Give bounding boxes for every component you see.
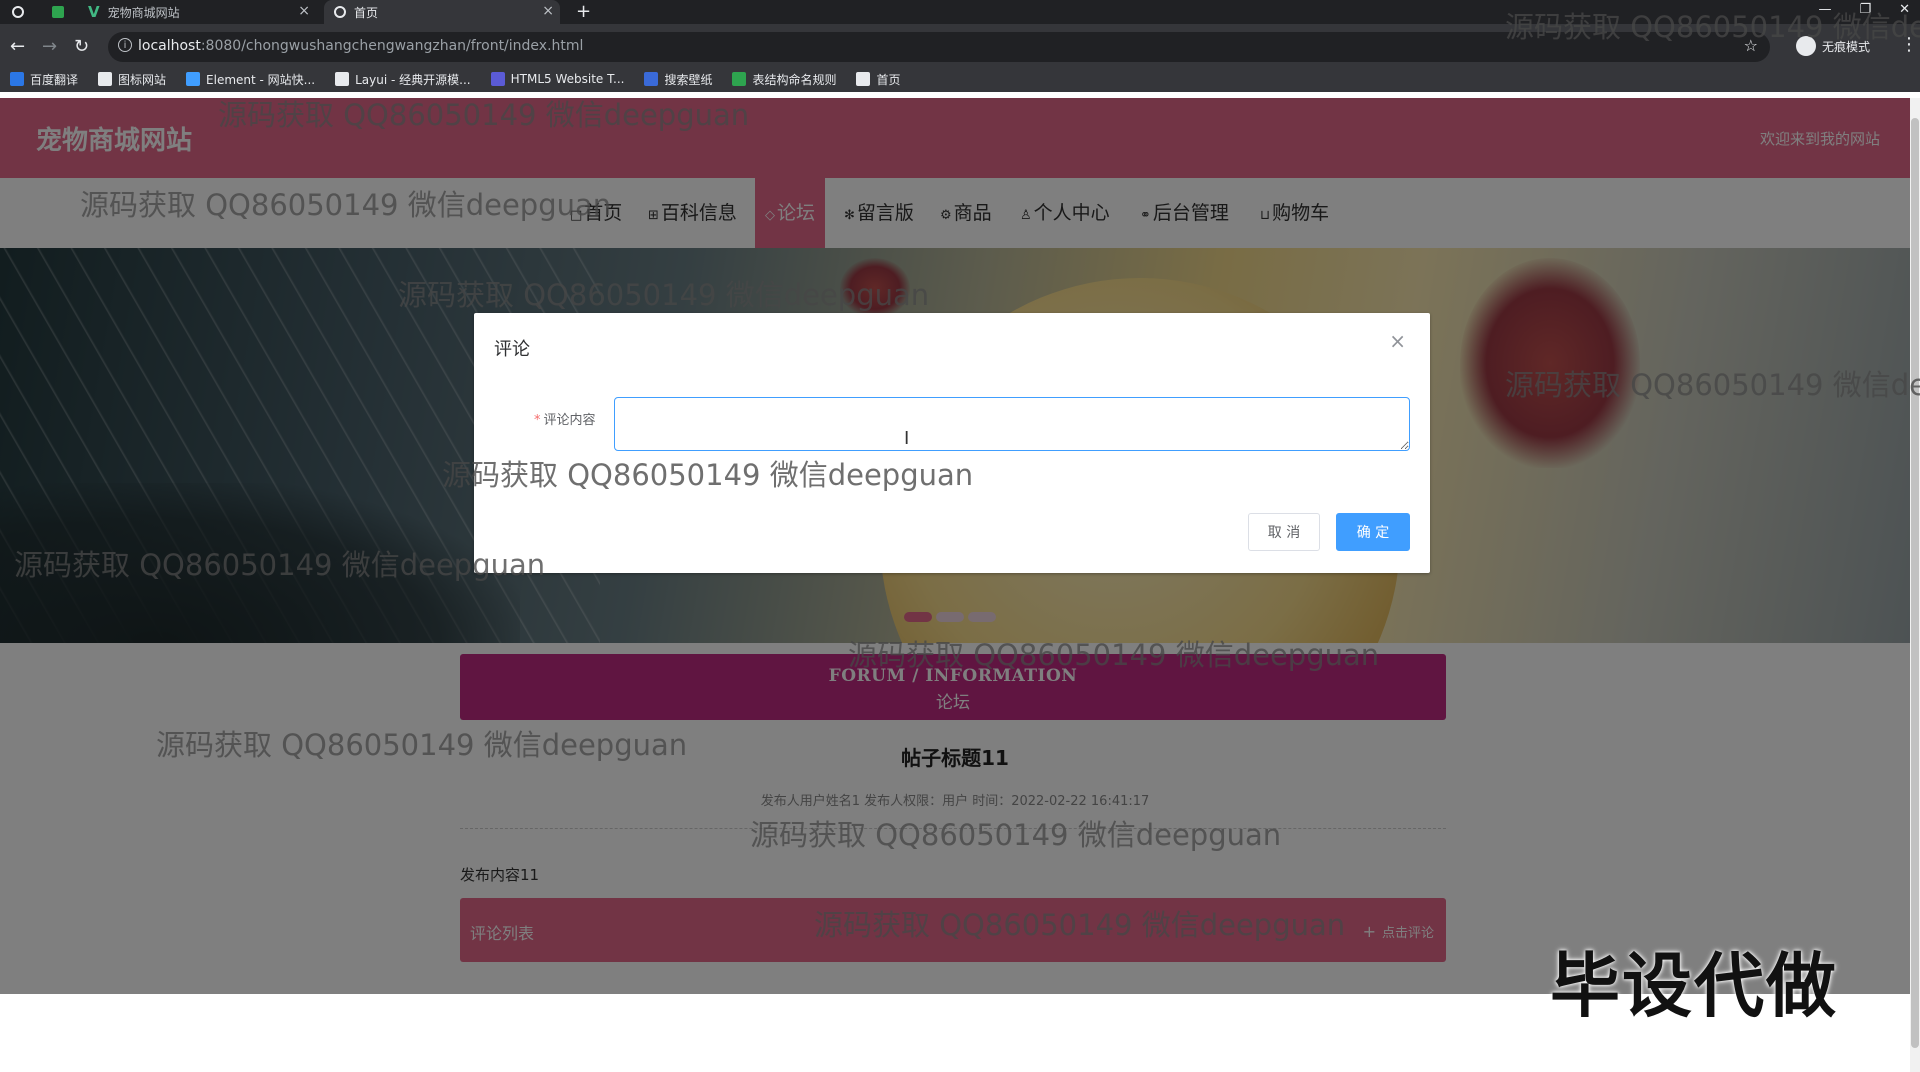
watermark-text: 源码获取 QQ86050149 微信deepguan	[398, 278, 930, 312]
bookmark-label: Element - 网站快...	[206, 72, 316, 87]
text-cursor-icon: I	[904, 428, 910, 449]
bookmark-icon	[186, 72, 201, 86]
bookmark-label: 表结构命名规则	[752, 72, 837, 87]
watermark-text: 源码获取 QQ86050149 微信deepguan	[1505, 10, 1920, 44]
tab-title: 首页	[354, 5, 379, 20]
comment-field-label: * 评论内容	[534, 413, 596, 428]
bookmark-icon	[10, 72, 24, 86]
new-tab-button[interactable]: +	[576, 0, 591, 24]
bookmark-icon	[98, 72, 113, 86]
bookmark-item[interactable]: 首页	[856, 71, 901, 88]
watermark-text: 源码获取 QQ86050149 微信deepguan	[156, 728, 688, 762]
back-icon[interactable]: ←	[10, 36, 25, 57]
dialog-title: 评论	[494, 339, 530, 360]
browser-tab-2[interactable]	[52, 0, 80, 24]
watermark-text: 源码获取 QQ86050149 微信deepguan	[848, 638, 1380, 672]
tab-title: 宠物商城网站	[107, 5, 180, 20]
watermark-text: 源码获取 QQ86050149 微信deepguan	[218, 98, 750, 132]
scrollbar-thumb[interactable]	[1911, 118, 1919, 1048]
bookmark-item[interactable]: 百度翻译	[10, 71, 78, 88]
promo-text: 毕设代做	[1550, 945, 1838, 1027]
bookmark-item[interactable]: 表结构命名规则	[732, 71, 836, 88]
bookmark-label: 百度翻译	[30, 72, 79, 87]
vue-icon: V	[88, 3, 100, 21]
bookmark-label: Layui - 经典开源模...	[355, 72, 471, 87]
close-tab-icon[interactable]: ×	[542, 3, 554, 19]
globe-icon	[12, 6, 24, 18]
url-text: localhost:8080/chongwushangchengwangzhan…	[138, 38, 584, 54]
page-scrollbar[interactable]	[1910, 98, 1920, 1072]
bookmarks-bar: 百度翻译 图标网站 Element - 网站快... Layui - 经典开源模...…	[0, 66, 1920, 92]
watermark-text: 源码获取 QQ86050149 微信deepguan	[80, 188, 612, 222]
bookmark-label: 搜索壁纸	[664, 72, 713, 87]
watermark-text: 源码获取 QQ86050149 微信deepguan	[1505, 368, 1920, 402]
watermark-text: 源码获取 QQ86050149 微信deepguan	[14, 548, 546, 582]
close-icon[interactable]: ×	[1389, 329, 1406, 353]
bookmark-item[interactable]: 搜索壁纸	[644, 71, 712, 88]
watermark-text: 源码获取 QQ86050149 微信deepguan	[442, 458, 974, 492]
bookmark-icon	[732, 72, 747, 86]
bookmark-icon	[490, 72, 505, 86]
confirm-button[interactable]: 确 定	[1336, 513, 1410, 551]
bookmark-item[interactable]: HTML5 Website T...	[490, 72, 625, 86]
bookmark-item[interactable]: 图标网站	[98, 71, 166, 88]
comment-textarea[interactable]	[614, 397, 1410, 451]
required-mark: *	[534, 413, 541, 428]
cancel-button[interactable]: 取 消	[1248, 513, 1320, 551]
browser-tab-1[interactable]	[12, 0, 40, 24]
reload-icon[interactable]: ↻	[74, 36, 89, 57]
bookmark-item[interactable]: Layui - 经典开源模...	[335, 71, 471, 88]
bookmark-label: 首页	[876, 72, 901, 87]
comment-dialog: 评论 × * 评论内容 取 消 确 定	[474, 313, 1430, 573]
watermark-text: 源码获取 QQ86050149 微信deepguan	[750, 818, 1282, 852]
browser-tab-3[interactable]: V 宠物商城网站 ×	[88, 0, 316, 24]
close-tab-icon[interactable]: ×	[298, 3, 310, 19]
bookmark-icon	[644, 72, 659, 86]
watermark-text: 源码获取 QQ86050149 微信deepguan	[814, 908, 1346, 942]
browser-tab-4[interactable]: 首页 ×	[324, 0, 560, 24]
bookmark-label: 图标网站	[118, 72, 167, 87]
forward-icon[interactable]: →	[42, 36, 57, 57]
bookmark-icon	[335, 72, 350, 86]
bookmark-icon	[856, 72, 871, 86]
bookmark-item[interactable]: Element - 网站快...	[186, 71, 315, 88]
green-app-icon	[52, 6, 64, 18]
globe-icon	[334, 6, 346, 18]
bookmark-label: HTML5 Website T...	[510, 72, 625, 86]
site-info-icon[interactable]: i	[118, 38, 132, 52]
